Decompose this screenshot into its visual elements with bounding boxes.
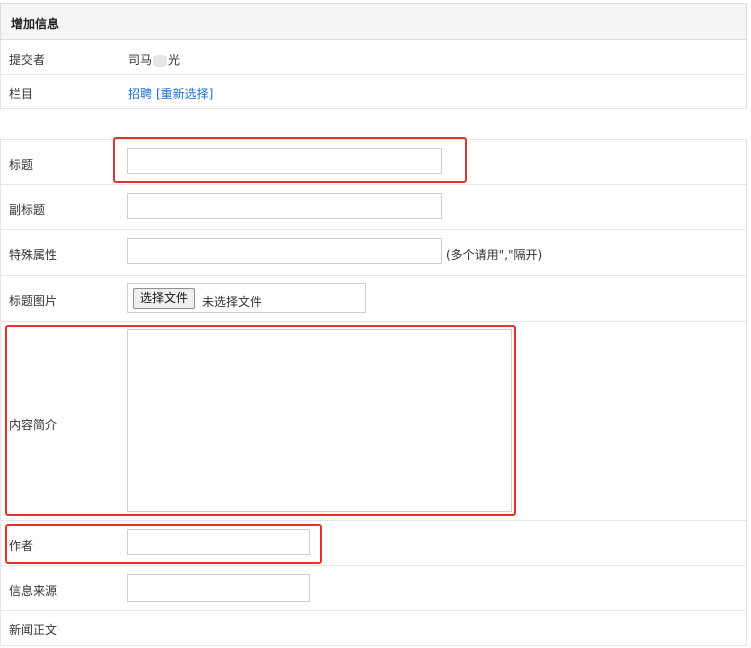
subtitle-input[interactable]	[127, 193, 442, 219]
file-input[interactable]: 选择文件 未选择文件	[127, 283, 366, 313]
title-label: 标题	[9, 158, 34, 172]
column-label: 栏目	[9, 87, 34, 101]
source-label: 信息来源	[9, 584, 58, 598]
summary-label: 内容简介	[9, 418, 58, 432]
body-row: 新闻正文	[0, 611, 747, 646]
special-attr-hint: (多个请用","隔开)	[446, 248, 543, 262]
redacted-blur	[153, 54, 168, 67]
author-label: 作者	[9, 539, 34, 553]
special-attr-input[interactable]	[127, 238, 442, 264]
choose-file-button[interactable]: 选择文件	[133, 288, 196, 309]
submitter-value: 司马 光	[128, 51, 180, 68]
subtitle-label: 副标题	[9, 203, 46, 217]
reselect-link[interactable]: [重新选择]	[156, 85, 213, 102]
author-input[interactable]	[127, 529, 310, 555]
source-row: 信息来源	[0, 566, 747, 611]
column-value: 招聘	[128, 87, 153, 101]
submitter-name-part-a: 司马	[128, 53, 153, 67]
source-input[interactable]	[127, 574, 310, 602]
body-label: 新闻正文	[9, 623, 58, 637]
panel-header: 增加信息	[0, 3, 747, 40]
title-image-row: 标题图片	[0, 276, 747, 322]
summary-textarea[interactable]	[127, 329, 512, 512]
column-row: 栏目 招聘 [重新选择]	[0, 75, 747, 109]
submitter-name-part-b: 光	[168, 53, 181, 67]
title-image-label: 标题图片	[9, 294, 58, 308]
author-row: 作者	[0, 521, 747, 566]
title-input[interactable]	[127, 148, 442, 174]
file-status: 未选择文件	[202, 295, 263, 309]
submitter-row: 提交者 司马 光	[0, 40, 747, 75]
panel-title: 增加信息	[11, 17, 60, 31]
special-attr-label: 特殊属性	[9, 248, 58, 262]
submitter-label: 提交者	[9, 53, 46, 67]
